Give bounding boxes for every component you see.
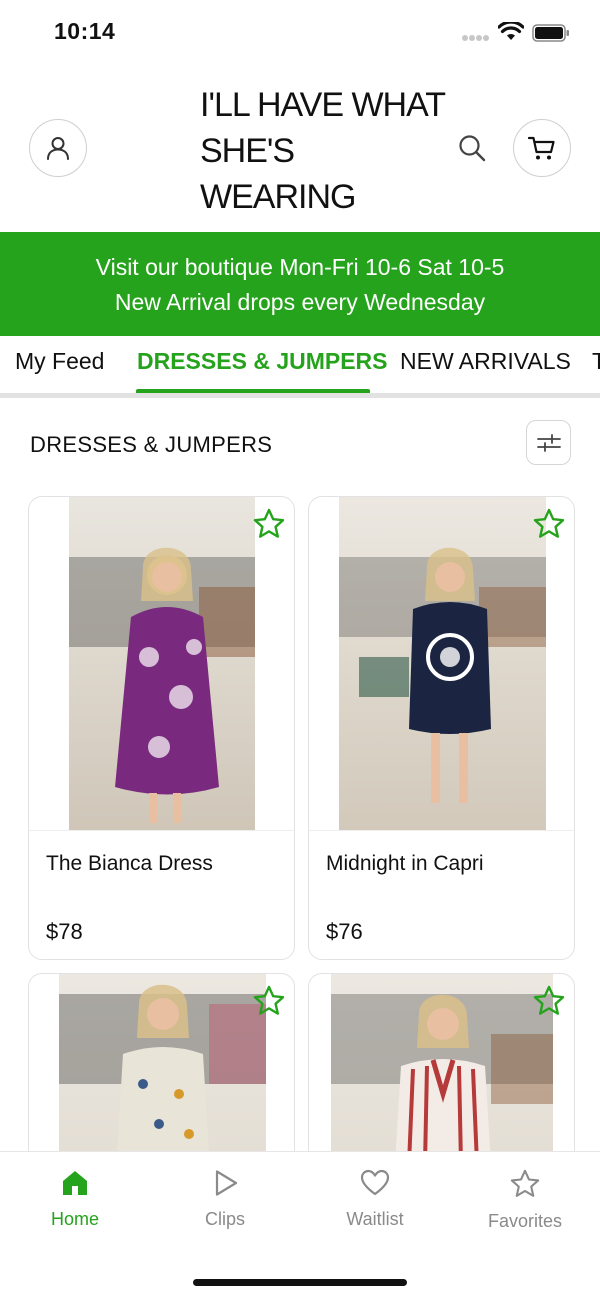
- product-price: $78: [46, 919, 83, 944]
- nav-clips-label: Clips: [204, 1209, 245, 1229]
- product-card[interactable]: The Bianca Dress $78: [28, 496, 295, 960]
- nav-home[interactable]: Home: [0, 1168, 150, 1230]
- nav-waitlist[interactable]: Waitlist: [300, 1168, 450, 1230]
- favorite-star-icon[interactable]: [532, 507, 566, 541]
- tab-next[interactable]: T: [592, 348, 600, 375]
- tab-dresses-jumpers[interactable]: DRESSES & JUMPERS: [137, 348, 388, 375]
- cart-icon: [527, 136, 555, 160]
- banner-line-2: New Arrival drops every Wednesday: [114, 289, 486, 315]
- category-tabs: My Feed DRESSES & JUMPERS NEW ARRIVALS T: [0, 336, 600, 398]
- account-button[interactable]: [29, 119, 87, 177]
- product-image: [69, 497, 255, 831]
- user-icon: [47, 137, 69, 160]
- card-divider: [29, 830, 294, 831]
- search-icon[interactable]: [456, 132, 488, 164]
- battery-icon: [532, 24, 569, 42]
- product-name: The Bianca Dress: [46, 852, 213, 875]
- nav-waitlist-label: Waitlist: [346, 1209, 404, 1229]
- tab-new-arrivals[interactable]: NEW ARRIVALS: [400, 348, 571, 375]
- favorite-star-icon[interactable]: [532, 984, 566, 1018]
- nav-home-label: Home: [50, 1209, 99, 1229]
- tab-my-feed[interactable]: My Feed: [15, 348, 104, 375]
- product-photo: [339, 547, 546, 803]
- product-image: [339, 497, 546, 831]
- play-icon: [215, 1170, 238, 1196]
- promo-banner: Visit our boutique Mon-Fri 10-6 Sat 10-5…: [0, 232, 600, 336]
- home-indicator: [193, 1279, 407, 1286]
- nav-favorites-label: Favorites: [487, 1211, 563, 1231]
- status-bar: 10:14: [0, 0, 600, 66]
- card-divider: [309, 830, 574, 831]
- product-price: $76: [326, 919, 363, 944]
- product-photo: [69, 547, 255, 823]
- signal-dots-icon: [462, 35, 489, 41]
- heart-icon: [360, 1169, 390, 1196]
- cart-button[interactable]: [513, 119, 571, 177]
- product-card[interactable]: Midnight in Capri $76: [308, 496, 575, 960]
- nav-clips[interactable]: Clips: [150, 1168, 300, 1230]
- status-time: 10:14: [54, 18, 116, 44]
- product-name: Midnight in Capri: [326, 852, 484, 875]
- wifi-icon: [498, 22, 524, 40]
- section-title: DRESSES & JUMPERS: [30, 432, 273, 457]
- star-icon: [510, 1169, 540, 1197]
- favorite-star-icon[interactable]: [252, 984, 286, 1018]
- nav-favorites[interactable]: Favorites: [450, 1168, 600, 1232]
- app-header: I'LL HAVE WHAT SHE'S WEARING: [0, 66, 600, 232]
- favorite-star-icon[interactable]: [252, 507, 286, 541]
- home-icon: [63, 1171, 87, 1195]
- active-tab-indicator: [136, 389, 370, 393]
- banner-line-1: Visit our boutique Mon-Fri 10-6 Sat 10-5: [95, 254, 505, 280]
- brand-logo-text: I'LL HAVE WHAT SHE'S WEARING: [200, 86, 445, 216]
- sliders-icon: [536, 433, 561, 452]
- filter-button[interactable]: [526, 420, 571, 465]
- bottom-nav: Home Clips Waitlist Favorites: [0, 1151, 600, 1299]
